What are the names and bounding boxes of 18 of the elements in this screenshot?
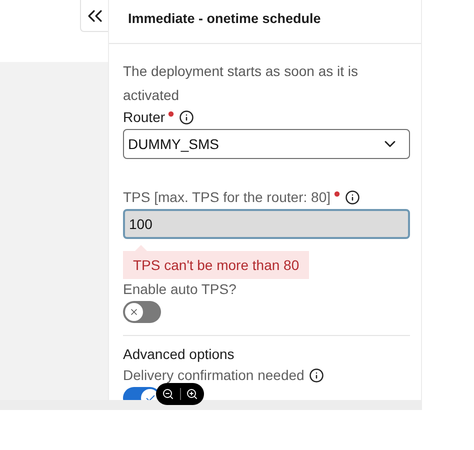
cross-icon [129,307,139,317]
description-text: The deployment starts as soon as it is activated [123,62,359,105]
panel-title: Immediate - onetime schedule [128,11,321,26]
tps-input[interactable]: 100 [123,209,410,239]
collapse-button[interactable] [80,0,108,32]
field-label: Delivery confirmation needed [123,367,304,383]
info-icon[interactable] [179,110,194,124]
field-label: Router [123,109,166,125]
router-select[interactable]: DUMMY_SMS [123,129,410,159]
zoom-out-icon[interactable] [162,388,174,400]
error-tooltip: TPS can't be more than 80 [123,245,310,279]
zoom-in-icon[interactable] [186,388,198,400]
section-title: Advanced options [123,346,236,362]
info-icon[interactable] [309,368,324,382]
field-label: TPS [max. TPS for the router: 80] [123,189,330,205]
field-label: Enable auto TPS? [123,281,236,297]
toggle-switch[interactable] [123,301,161,323]
info-icon[interactable] [344,190,360,204]
